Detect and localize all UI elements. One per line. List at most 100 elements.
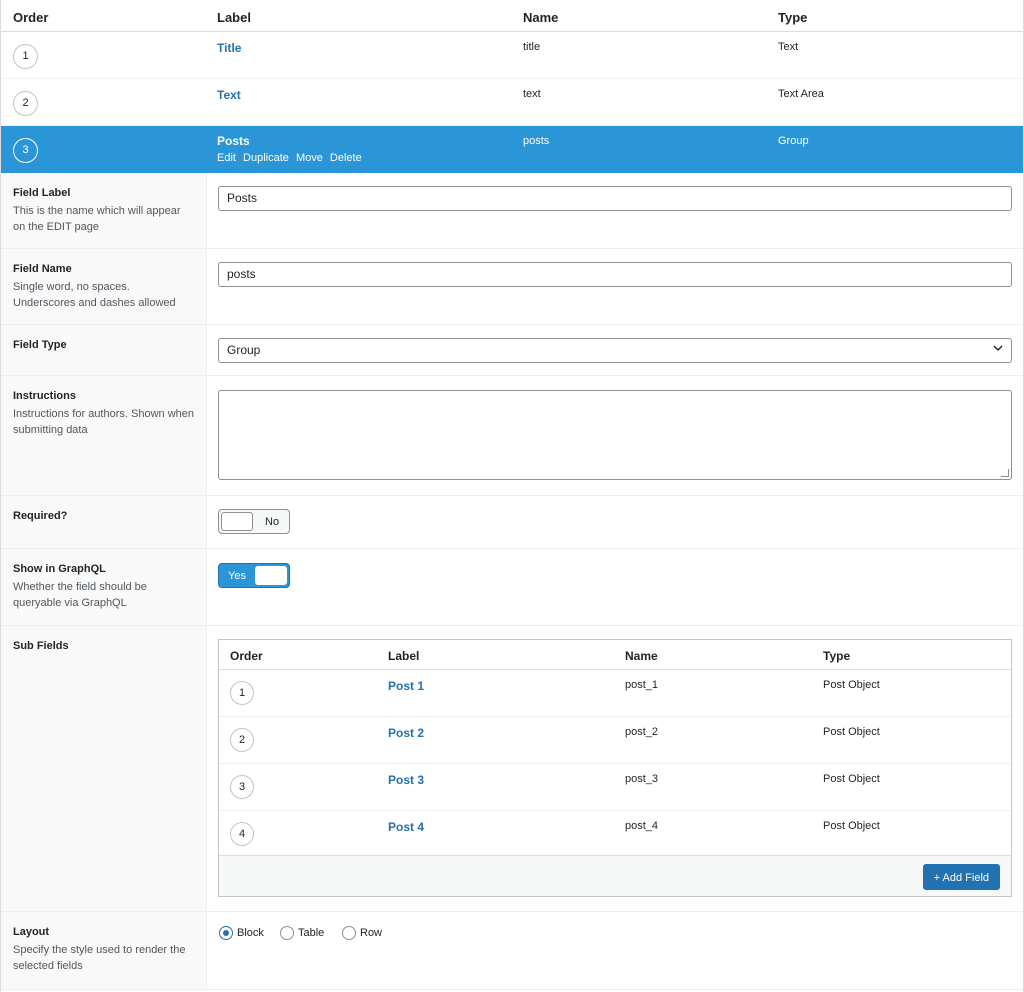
- sub-fields-footer: + Add Field: [219, 855, 1011, 896]
- order-badge[interactable]: 1: [230, 681, 254, 705]
- radio-label: Row: [360, 927, 383, 939]
- setting-label-column: Show in GraphQL Whether the field should…: [1, 549, 207, 625]
- field-name-input[interactable]: posts: [218, 262, 1012, 287]
- sub-field-name: post_2: [625, 726, 659, 738]
- order-badge[interactable]: 2: [13, 91, 38, 116]
- setting-field-label: Field Label This is the name which will …: [1, 173, 1023, 249]
- required-toggle[interactable]: No: [218, 509, 290, 534]
- sub-field-row[interactable]: 2 Post 2 post_2 Post Object: [219, 717, 1011, 764]
- radio-label: Block: [237, 927, 264, 939]
- toggle-state-label: Yes: [228, 570, 246, 582]
- field-row-text[interactable]: 2 Text text Text Area: [1, 79, 1023, 126]
- setting-title: Instructions: [13, 390, 76, 402]
- order-badge[interactable]: 3: [13, 138, 38, 163]
- graphql-toggle[interactable]: Yes: [218, 563, 290, 588]
- row-actions: Edit Duplicate Move Delete: [217, 152, 366, 164]
- sub-field-label-link[interactable]: Post 2: [388, 726, 424, 740]
- fields-table-header: Order Label Name Type: [1, 0, 1023, 32]
- setting-description: Whether the field should be queryable vi…: [13, 581, 147, 609]
- setting-title: Show in GraphQL: [13, 563, 106, 575]
- field-name: posts: [523, 135, 550, 147]
- resize-handle-icon[interactable]: [1001, 469, 1009, 477]
- setting-field-type: Field Type Group: [1, 325, 1023, 376]
- header-name: Name: [523, 10, 559, 25]
- sub-field-row[interactable]: 4 Post 4 post_4 Post Object: [219, 811, 1011, 858]
- layout-option-block[interactable]: Block: [219, 926, 264, 940]
- chevron-down-icon: [993, 343, 1003, 356]
- delete-link[interactable]: Delete: [330, 152, 362, 164]
- setting-title: Required?: [13, 510, 68, 522]
- order-badge[interactable]: 2: [230, 728, 254, 752]
- setting-field-name: Field Name Single word, no spaces. Under…: [1, 249, 1023, 325]
- setting-label-column: Field Type: [1, 325, 207, 375]
- instructions-textarea[interactable]: [218, 390, 1012, 480]
- order-badge[interactable]: 4: [230, 822, 254, 846]
- duplicate-link[interactable]: Duplicate: [243, 152, 289, 164]
- sub-field-row[interactable]: 1 Post 1 post_1 Post Object: [219, 670, 1011, 717]
- field-label-link[interactable]: Posts: [217, 134, 250, 148]
- sub-fields-header: Order Label Name Type: [219, 640, 1011, 670]
- sub-field-label-link[interactable]: Post 1: [388, 679, 424, 693]
- setting-title: Field Label: [13, 187, 71, 199]
- sub-field-type: Post Object: [823, 820, 880, 832]
- setting-instructions: Instructions Instructions for authors. S…: [1, 376, 1023, 496]
- field-group-editor: Order Label Name Type 1 Title title Text…: [0, 0, 1024, 992]
- layout-option-table[interactable]: Table: [280, 926, 324, 940]
- setting-label-column: Field Name Single word, no spaces. Under…: [1, 249, 207, 324]
- setting-required: Required? No: [1, 496, 1023, 549]
- setting-title: Field Name: [13, 263, 72, 275]
- radio-icon[interactable]: [280, 926, 294, 940]
- field-label-input[interactable]: Posts: [218, 186, 1012, 211]
- radio-selected-icon[interactable]: [219, 926, 233, 940]
- sub-field-name: post_1: [625, 679, 659, 691]
- sub-field-type: Post Object: [823, 773, 880, 785]
- field-type: Text: [778, 41, 799, 53]
- setting-description: This is the name which will appear on th…: [13, 205, 181, 233]
- setting-description: Single word, no spaces. Underscores and …: [13, 281, 176, 309]
- add-field-button[interactable]: + Add Field: [922, 864, 1000, 890]
- setting-label-column: Sub Fields: [1, 626, 207, 911]
- field-type: Text Area: [778, 88, 824, 100]
- field-type: Group: [778, 135, 809, 147]
- sub-field-label-link[interactable]: Post 4: [388, 820, 424, 834]
- setting-label-column: Instructions Instructions for authors. S…: [1, 376, 207, 495]
- setting-title: Sub Fields: [13, 640, 69, 652]
- field-type-select[interactable]: Group: [218, 338, 1012, 363]
- header-label: Label: [217, 10, 251, 25]
- toggle-knob: [221, 512, 253, 531]
- header-type: Type: [823, 649, 851, 663]
- sub-field-row[interactable]: 3 Post 3 post_3 Post Object: [219, 764, 1011, 811]
- field-name: text: [523, 88, 541, 100]
- setting-sub-fields: Sub Fields Order Label Name Type 1 Post …: [1, 626, 1023, 912]
- setting-description: Specify the style used to render the sel…: [13, 944, 186, 972]
- sub-field-type: Post Object: [823, 679, 880, 691]
- setting-title: Field Type: [13, 339, 67, 351]
- toggle-knob: [255, 566, 287, 585]
- toggle-state-label: No: [265, 516, 280, 528]
- order-badge[interactable]: 3: [230, 775, 254, 799]
- header-order: Order: [13, 10, 49, 25]
- move-link[interactable]: Move: [296, 152, 323, 164]
- radio-icon[interactable]: [342, 926, 356, 940]
- radio-label: Table: [298, 927, 325, 939]
- sub-fields-table: Order Label Name Type 1 Post 1 post_1 Po…: [218, 639, 1012, 897]
- setting-label-column: Required?: [1, 496, 207, 548]
- field-type-value: Group: [227, 343, 261, 357]
- field-label-link[interactable]: Title: [217, 41, 241, 55]
- field-row-title[interactable]: 1 Title title Text: [1, 32, 1023, 79]
- order-badge[interactable]: 1: [13, 44, 38, 69]
- field-name: title: [523, 41, 541, 53]
- header-label: Label: [388, 649, 420, 663]
- field-label-link[interactable]: Text: [217, 88, 241, 102]
- header-order: Order: [230, 649, 263, 663]
- field-row-posts[interactable]: 3 Posts posts Group Edit Duplicate Move …: [1, 126, 1023, 173]
- sub-field-label-link[interactable]: Post 3: [388, 773, 424, 787]
- layout-option-row[interactable]: Row: [342, 926, 382, 940]
- setting-description: Instructions for authors. Shown when sub…: [13, 408, 194, 436]
- setting-show-in-graphql: Show in GraphQL Whether the field should…: [1, 549, 1023, 626]
- setting-layout: Layout Specify the style used to render …: [1, 912, 1023, 990]
- header-name: Name: [625, 649, 658, 663]
- setting-label-column: Field Label This is the name which will …: [1, 173, 207, 248]
- setting-label-column: Layout Specify the style used to render …: [1, 912, 207, 989]
- edit-link[interactable]: Edit: [217, 152, 236, 164]
